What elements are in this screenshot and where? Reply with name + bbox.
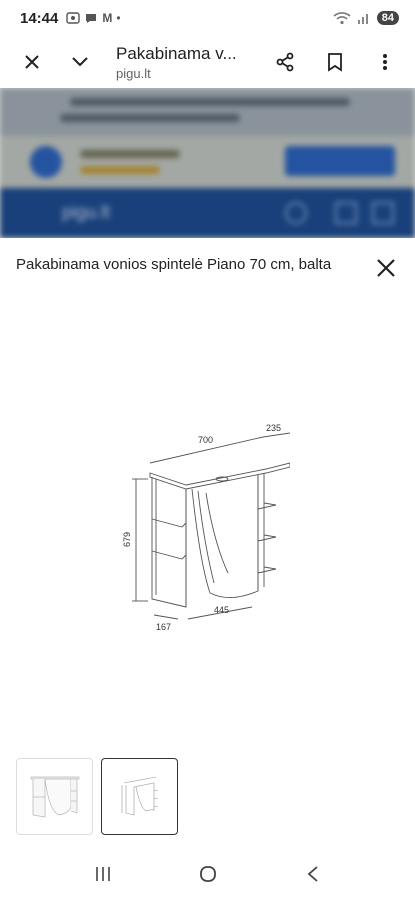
dim-height-label: 679 [122, 532, 132, 547]
notification-icons: M • [66, 11, 121, 25]
thumbnail-strip [16, 758, 178, 835]
minimize-button[interactable] [62, 44, 98, 80]
battery-indicator: 84 [376, 11, 399, 25]
close-icon [377, 259, 395, 277]
status-time: 14:44 [20, 9, 59, 27]
recent-apps-button[interactable] [79, 854, 127, 894]
cabinet-drawing: 700 235 679 167 445 [122, 423, 291, 632]
bookmark-button[interactable] [317, 44, 353, 80]
bookmark-icon [328, 53, 342, 72]
dim-width-label: 700 [198, 435, 213, 445]
browser-toolbar: Pakabinama v... pigu.lt [0, 36, 415, 88]
dim-shelf-label: 167 [156, 622, 171, 632]
chat-icon [86, 14, 97, 23]
dim-door-label: 445 [214, 605, 229, 615]
image-gallery-modal: Pakabinama vonios spintelė Piano 70 cm, … [0, 238, 415, 848]
status-bar: 14:44 M • 84 [0, 0, 415, 36]
dimension-drawing[interactable]: 700 235 679 167 445 [118, 423, 291, 633]
dim-depth-label: 235 [266, 423, 281, 433]
system-navigation-bar [0, 848, 415, 900]
gmail-icon: M [102, 11, 113, 25]
chevron-down-icon [72, 57, 88, 67]
more-notifications-dot: • [116, 11, 121, 25]
cabinet-photo-thumbnail [30, 776, 79, 817]
background-page: pigu.lt [0, 88, 415, 238]
system-icons: 84 [333, 11, 399, 25]
screenshot-icon [66, 12, 81, 24]
share-icon [276, 52, 294, 72]
more-options-button[interactable] [367, 44, 403, 80]
share-button[interactable] [267, 44, 303, 80]
close-gallery-button[interactable] [370, 252, 402, 284]
back-button[interactable] [289, 854, 337, 894]
more-vert-icon [383, 54, 387, 70]
close-icon [25, 55, 39, 69]
modal-backdrop[interactable] [0, 88, 415, 238]
close-tab-button[interactable] [14, 44, 50, 80]
page-title: Pakabinama v... [116, 43, 237, 63]
toolbar-actions [267, 44, 415, 80]
thumbnail-dimension-drawing[interactable] [101, 758, 178, 835]
wifi-icon [333, 12, 351, 25]
signal-icon [357, 14, 368, 24]
dimension-drawing-thumbnail [121, 776, 158, 815]
back-icon [307, 866, 318, 882]
home-icon [199, 866, 216, 882]
thumbnail-cabinet-photo[interactable] [16, 758, 93, 835]
recent-apps-icon [95, 867, 110, 881]
product-title: Pakabinama vonios spintelė Piano 70 cm, … [16, 256, 332, 273]
home-button[interactable] [184, 854, 232, 894]
page-url: pigu.lt [116, 65, 151, 81]
page-info[interactable]: Pakabinama v... pigu.lt [116, 44, 237, 81]
